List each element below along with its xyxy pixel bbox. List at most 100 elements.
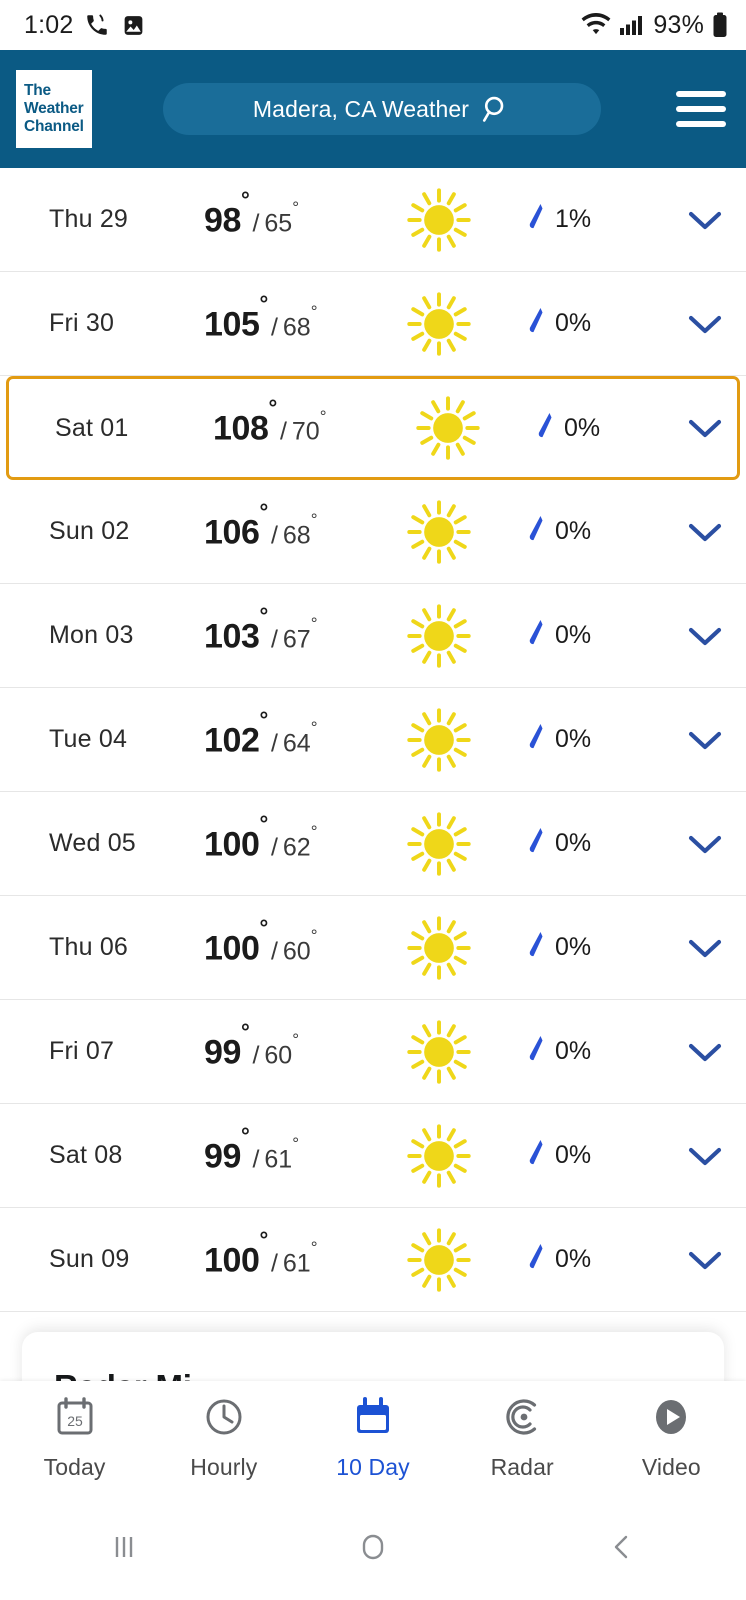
battery-percent-label: 93%	[653, 10, 704, 39]
forecast-high-temp: 103°	[204, 602, 268, 656]
recents-icon[interactable]	[1, 1530, 247, 1564]
calendar-icon	[350, 1394, 396, 1445]
forecast-low-temp: / 60°	[270, 926, 318, 966]
sunny-icon	[364, 496, 514, 568]
bottom-nav-item-radar[interactable]: Radar	[448, 1381, 597, 1493]
forecast-low-temp: / 65°	[252, 198, 300, 238]
forecast-high-temp: 108°	[213, 395, 277, 448]
sunny-icon	[364, 704, 514, 776]
chevron-down-icon[interactable]	[664, 519, 746, 545]
forecast-day-label: Tue 04	[49, 725, 128, 753]
chevron-down-icon[interactable]	[664, 935, 746, 961]
forecast-temperature: 108° / 70°	[213, 395, 373, 448]
forecast-low-temp: / 61°	[252, 1134, 300, 1174]
forecast-row[interactable]: Sat 08 99° / 61° 0%	[0, 1104, 746, 1208]
raindrop-icon	[526, 617, 546, 654]
forecast-day-label: Wed 05	[49, 829, 136, 857]
chevron-down-icon[interactable]	[664, 727, 746, 753]
sunny-icon	[364, 288, 514, 360]
chevron-down-icon[interactable]	[664, 1039, 746, 1065]
hamburger-bar-1	[676, 91, 726, 97]
forecast-low-temp: / 64°	[270, 718, 318, 758]
bottom-nav-item-today[interactable]: 25 Today	[0, 1381, 149, 1493]
sunny-icon	[364, 600, 514, 672]
forecast-precip-value: 1%	[555, 205, 592, 233]
radar-icon	[499, 1394, 545, 1445]
bottom-nav-item-10-day[interactable]: 10 Day	[298, 1381, 447, 1493]
forecast-precip-value: 0%	[555, 1141, 592, 1169]
chevron-down-icon[interactable]	[673, 415, 737, 441]
clock-icon	[201, 1394, 247, 1445]
forecast-low-temp: / 67°	[270, 614, 318, 654]
bottom-navigation-bar: 25 Today Hourly 10 Day Radar Video	[0, 1381, 746, 1493]
forecast-precipitation: 0%	[514, 825, 664, 862]
forecast-row[interactable]: Thu 29 98° / 65° 1%	[0, 168, 746, 272]
chevron-down-icon[interactable]	[664, 1143, 746, 1169]
chevron-down-icon[interactable]	[664, 207, 746, 233]
forecast-day-label: Fri 30	[49, 309, 115, 337]
hamburger-bar-3	[676, 121, 726, 127]
sunny-icon	[364, 912, 514, 984]
bottom-nav-item-video[interactable]: Video	[597, 1381, 746, 1493]
forecast-precip-value: 0%	[555, 829, 592, 857]
hamburger-menu-icon[interactable]	[672, 87, 730, 131]
forecast-temperature: 103° / 67°	[204, 602, 364, 656]
forecast-precipitation: 0%	[523, 410, 673, 447]
forecast-day-label: Thu 06	[49, 933, 129, 961]
status-bar-right: 93%	[581, 11, 728, 40]
chevron-down-icon[interactable]	[664, 831, 746, 857]
status-bar: 1:02 93%	[0, 0, 746, 50]
forecast-precip-value: 0%	[555, 725, 592, 753]
forecast-day-label: Mon 03	[49, 621, 134, 649]
forecast-temperature: 100° / 60°	[204, 915, 364, 968]
sunny-icon	[364, 808, 514, 880]
search-input-value: Madera, CA Weather	[252, 95, 470, 122]
app-header: The Weather Channel Madera, CA Weather	[0, 50, 746, 168]
forecast-row[interactable]: Tue 04 102° / 64° 0%	[0, 688, 746, 792]
forecast-temperature: 100° / 62°	[204, 810, 364, 864]
forecast-high-temp: 102°	[204, 706, 268, 760]
search-icon[interactable]	[481, 94, 511, 124]
forecast-high-temp: 100°	[204, 810, 268, 864]
home-icon[interactable]	[250, 1527, 496, 1567]
ten-day-forecast-list: Thu 29 98° / 65° 1% Fri 30 105° / 68° 0%…	[0, 168, 746, 1312]
forecast-row[interactable]: Sun 09 100° / 61° 0%	[0, 1208, 746, 1312]
raindrop-icon	[526, 1241, 546, 1278]
chevron-down-icon[interactable]	[664, 1247, 746, 1273]
forecast-temperature: 99° / 60°	[204, 1019, 364, 1072]
forecast-high-temp: 99°	[204, 1122, 250, 1176]
forecast-low-temp: / 60°	[252, 1030, 300, 1070]
forecast-row[interactable]: Mon 03 103° / 67° 0%	[0, 584, 746, 688]
svg-text:25: 25	[67, 1413, 83, 1429]
forecast-day-label: Sat 08	[49, 1141, 123, 1169]
android-navigation-bar	[0, 1493, 746, 1600]
raindrop-icon	[526, 1033, 546, 1070]
forecast-row[interactable]: Fri 07 99° / 60° 0%	[0, 1000, 746, 1104]
forecast-row[interactable]: Fri 30 105° / 68° 0%	[0, 272, 746, 376]
forecast-row[interactable]: Sat 01 108° / 70° 0%	[6, 376, 740, 480]
chevron-down-icon[interactable]	[664, 623, 746, 649]
hamburger-bar-2	[676, 106, 726, 112]
forecast-row[interactable]: Sun 02 106° / 68° 0%	[0, 480, 746, 584]
forecast-row[interactable]: Wed 05 100° / 62° 0%	[0, 792, 746, 896]
forecast-day-label: Sun 09	[49, 1245, 130, 1273]
back-icon[interactable]	[499, 1527, 745, 1567]
forecast-low-temp: / 70°	[279, 406, 327, 446]
forecast-day-label: Thu 29	[49, 205, 129, 233]
forecast-precip-value: 0%	[555, 1245, 592, 1273]
weather-channel-logo[interactable]: The Weather Channel	[16, 70, 92, 148]
bottom-nav-item-hourly[interactable]: Hourly	[149, 1381, 298, 1493]
forecast-temperature: 98° / 65°	[204, 187, 364, 240]
bottom-nav-label: Radar	[490, 1453, 554, 1480]
forecast-precip-value: 0%	[555, 933, 592, 961]
search-input[interactable]: Madera, CA Weather	[163, 83, 601, 135]
raindrop-icon	[526, 513, 546, 550]
forecast-high-temp: 100°	[204, 1226, 268, 1280]
chevron-down-icon[interactable]	[664, 311, 746, 337]
raindrop-icon	[526, 1137, 546, 1174]
forecast-day-label: Sun 02	[49, 517, 130, 545]
logo-line-1: The	[24, 81, 51, 99]
image-icon	[121, 13, 146, 38]
forecast-temperature: 106° / 68°	[204, 499, 364, 552]
forecast-row[interactable]: Thu 06 100° / 60° 0%	[0, 896, 746, 1000]
